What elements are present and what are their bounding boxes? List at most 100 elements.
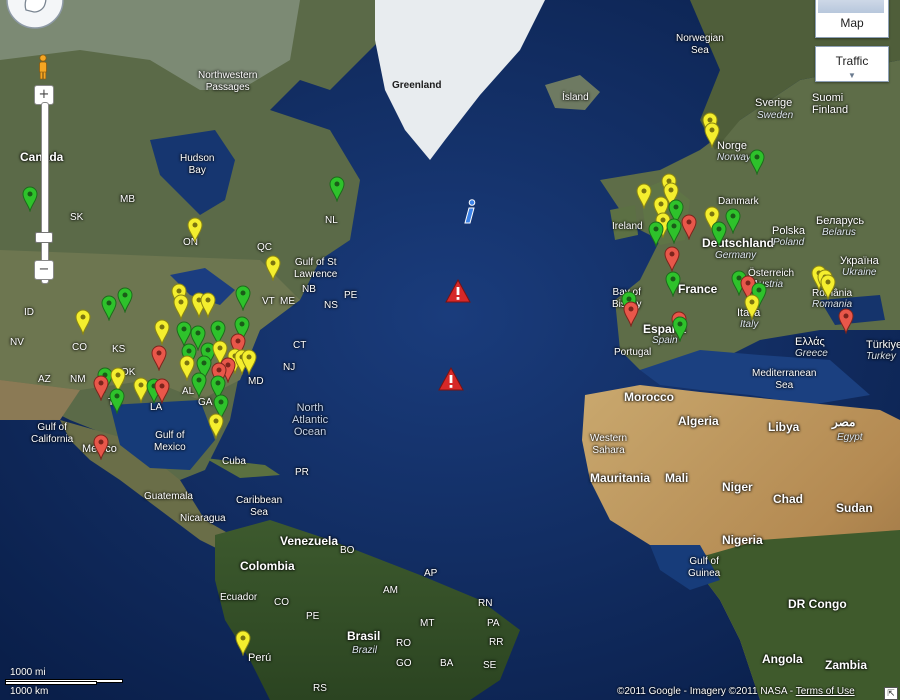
label-nb: NB xyxy=(302,284,316,295)
label-nl: NL xyxy=(325,215,338,226)
label-western-sahara: Western Sahara xyxy=(590,433,628,456)
label-gulf-mexico: Gulf of Mexico xyxy=(154,430,186,453)
label-nigeria: Nigeria xyxy=(722,533,763,547)
marker-yellow[interactable] xyxy=(636,183,652,209)
marker-yellow[interactable] xyxy=(200,292,216,318)
marker-green[interactable] xyxy=(117,287,133,313)
marker-green[interactable] xyxy=(665,271,681,297)
zoom-slider-thumb[interactable] xyxy=(35,232,53,243)
label-north-atlantic: North Atlantic Ocean xyxy=(292,402,329,438)
label-polska: Polska xyxy=(772,225,806,237)
marker-red[interactable] xyxy=(623,301,639,327)
label-hudson-bay: Hudson Bay xyxy=(180,153,215,176)
marker-green[interactable] xyxy=(648,221,664,247)
label-belarus: Беларусь xyxy=(816,215,865,227)
label-qc: QC xyxy=(257,242,272,253)
marker-green[interactable] xyxy=(101,295,117,321)
marker-green[interactable] xyxy=(725,208,741,234)
label-germany: Germany xyxy=(715,250,757,261)
marker-yellow[interactable] xyxy=(265,255,281,281)
label-caribbean: Caribbean Sea xyxy=(236,495,283,518)
label-vt: VT xyxy=(262,296,275,307)
marker-green[interactable] xyxy=(109,388,125,414)
label-sa-rr: RR xyxy=(489,637,504,648)
label-france: France xyxy=(678,282,718,296)
zoom-slider-track[interactable] xyxy=(41,102,49,284)
marker-yellow[interactable] xyxy=(235,630,251,656)
label-sa-co: CO xyxy=(274,597,289,608)
map-type-label: Map xyxy=(840,16,864,30)
marker-green[interactable] xyxy=(235,285,251,311)
attribution-text: ©2011 Google - Imagery ©2011 NASA - xyxy=(617,686,796,697)
label-sa-se: SE xyxy=(483,660,497,671)
label-gulf-of-guinea: Gulf of Guinea xyxy=(688,556,721,579)
marker-red[interactable] xyxy=(93,434,109,460)
marker-green[interactable] xyxy=(666,218,682,244)
pan-control[interactable] xyxy=(2,0,68,32)
marker-red[interactable] xyxy=(681,214,697,240)
overview-toggle-icon[interactable]: ⇱ xyxy=(884,687,898,700)
label-sa-rn: RN xyxy=(478,598,493,609)
label-gulf-stlawrence: Gulf of St Lawrence xyxy=(294,257,338,280)
warning-icon[interactable] xyxy=(438,367,464,391)
label-mauritania: Mauritania xyxy=(590,471,651,485)
traffic-button[interactable]: Traffic ▼ xyxy=(815,46,889,82)
zoom-out-button[interactable]: − xyxy=(34,260,54,280)
marker-yellow[interactable] xyxy=(154,319,170,345)
scale-miles: 1000 mi xyxy=(10,667,46,678)
label-md: MD xyxy=(248,376,264,387)
terms-of-use-link[interactable]: Terms of Use xyxy=(796,686,855,697)
marker-yellow[interactable] xyxy=(704,122,720,148)
label-ukraine: Україна xyxy=(840,255,879,267)
label-sverige: Sverige xyxy=(755,97,793,109)
label-ns: NS xyxy=(324,300,338,311)
marker-green[interactable] xyxy=(749,149,765,175)
marker-yellow[interactable] xyxy=(820,274,836,300)
label-co: CO xyxy=(72,342,87,353)
marker-yellow[interactable] xyxy=(208,413,224,439)
label-az: AZ xyxy=(38,374,51,385)
info-icon[interactable] xyxy=(462,199,478,225)
pegman-icon[interactable] xyxy=(37,54,49,80)
label-nicaragua: Nicaragua xyxy=(180,513,226,524)
label-greece: Greece xyxy=(795,348,828,359)
label-pr: PR xyxy=(295,467,309,478)
traffic-label: Traffic xyxy=(835,54,869,68)
label-morocco: Morocco xyxy=(624,390,675,404)
label-mediterranean: Mediterranean Sea xyxy=(752,368,817,391)
marker-red[interactable] xyxy=(664,246,680,272)
label-northwestern-passages: Northwestern Passages xyxy=(198,70,258,93)
marker-yellow[interactable] xyxy=(75,309,91,335)
marker-green[interactable] xyxy=(672,316,688,342)
label-sa-pe: PE xyxy=(306,611,320,622)
marker-yellow[interactable] xyxy=(744,294,760,320)
marker-green[interactable] xyxy=(711,221,727,247)
label-norway: Norway xyxy=(717,152,751,163)
label-norge: Norge xyxy=(717,140,747,152)
marker-red[interactable] xyxy=(151,345,167,371)
label-sa-go: GO xyxy=(396,658,412,669)
warning-icon[interactable] xyxy=(445,279,471,303)
marker-yellow[interactable] xyxy=(173,294,189,320)
map-type-thumbnail xyxy=(818,0,884,13)
marker-green[interactable] xyxy=(329,176,345,202)
label-sa-pa: PA xyxy=(487,618,500,629)
label-nm: NM xyxy=(70,374,86,385)
map-canvas[interactable]: Canada Northwestern Passages Hudson Bay … xyxy=(0,0,900,700)
label-ireland: Ireland xyxy=(612,221,643,232)
marker-green[interactable] xyxy=(191,372,207,398)
label-norwegian-sea: Norwegian Sea xyxy=(676,33,724,56)
label-guatemala: Guatemala xyxy=(144,491,193,502)
label-portugal: Portugal xyxy=(614,347,652,358)
marker-red[interactable] xyxy=(838,308,854,334)
marker-red[interactable] xyxy=(154,378,170,404)
chevron-down-icon: ▼ xyxy=(848,71,856,80)
marker-yellow[interactable] xyxy=(187,217,203,243)
label-ukraine-en: Ukraine xyxy=(842,267,877,278)
label-sweden: Sweden xyxy=(757,110,794,121)
marker-yellow[interactable] xyxy=(241,349,257,375)
map-type-button[interactable]: Map xyxy=(815,0,889,38)
label-cuba: Cuba xyxy=(222,456,246,467)
marker-red[interactable] xyxy=(93,375,109,401)
label-gulf-california: Gulf of California xyxy=(31,422,74,445)
